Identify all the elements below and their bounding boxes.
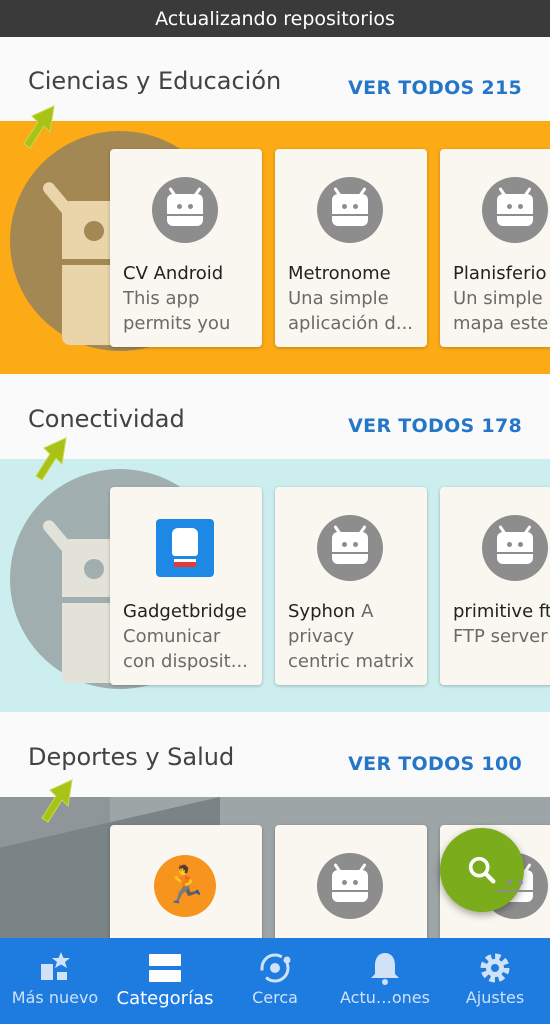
pointer-arrow-icon [35,437,67,481]
app-card[interactable] [275,825,427,938]
app-description: FTP server [453,626,548,647]
app-description: Comunicar con disposit... [123,626,248,672]
see-all-link[interactable]: VER TODOS 178 [348,415,522,437]
app-name: Metronome [288,263,391,284]
app-description: This app permits you to ... [123,288,231,334]
category-section-conectividad: Conectividad VER TODOS 178 Gadgetbridge … [0,375,550,713]
nav-settings[interactable]: Ajustes [440,938,550,1024]
app-name-description: primitive ftpd FTP server [453,599,550,677]
nav-updates[interactable]: Actu…ones [330,938,440,1024]
status-bar: Actualizando repositorios [0,0,550,37]
pointer-arrow-icon [41,779,73,823]
see-all-link[interactable]: VER TODOS 215 [348,77,522,99]
android-robot-icon [482,515,548,581]
categories-icon [149,954,181,982]
app-name: Syphon [288,601,356,622]
app-name-description: Gadgetbridge Comunicar con disposit... [123,599,253,677]
section-title: Conectividad [28,405,185,433]
app-card[interactable]: Metronome Una simple aplicación d... [275,149,427,347]
app-name: primitive ftpd [453,601,550,622]
app-card[interactable]: 🏃 [110,825,262,938]
category-section-ciencias: Ciencias y Educación VER TODOS 215 CV An… [0,37,550,375]
app-card[interactable]: CV Android This app permits you to ... [110,149,262,347]
app-name: CV Android [123,263,224,284]
nav-label: Cerca [252,988,298,1007]
bell-icon [371,953,399,985]
nav-label: Actu…ones [340,988,430,1007]
nav-nearby[interactable]: Cerca [220,938,330,1024]
pointer-arrow-icon [23,105,55,149]
section-title: Deportes y Salud [28,743,235,771]
section-header: Ciencias y Educación VER TODOS 215 [0,37,550,121]
runner-icon: 🏃 [152,853,218,919]
android-robot-icon [152,177,218,243]
nav-label: Categorías [116,988,214,1009]
nav-label: Ajustes [465,988,525,1007]
app-card[interactable]: Syphon A privacy centric matrix client [275,487,427,685]
category-banner: CV Android This app permits you to ... M… [0,121,550,374]
gadgetbridge-icon [152,515,218,581]
nearby-icon [260,953,291,983]
nav-categories[interactable]: Categorías [110,938,220,1024]
section-header: Deportes y Salud VER TODOS 100 [0,713,550,797]
app-card[interactable]: primitive ftpd FTP server [440,487,550,685]
android-robot-icon [317,177,383,243]
android-robot-icon [482,177,548,243]
nav-whats-new[interactable]: Más nuevo [0,938,110,1024]
whats-new-icon [41,952,70,980]
app-card[interactable]: Planisferio Un simple mapa este [440,149,550,347]
search-fab[interactable] [440,828,524,912]
settings-gear-icon [480,953,510,983]
android-robot-icon [317,853,383,919]
app-description: Un simple mapa este [453,288,549,334]
category-banner: Gadgetbridge Comunicar con disposit... S… [0,459,550,712]
see-all-link[interactable]: VER TODOS 100 [348,753,522,775]
bottom-navigation: Más nuevo Categorías Cerca Actu…ones Aju… [0,938,550,1024]
app-name: Gadgetbridge [123,601,247,622]
status-text: Actualizando repositorios [155,7,395,30]
app-card[interactable]: Gadgetbridge Comunicar con disposit... [110,487,262,685]
app-name-description: Syphon A privacy centric matrix client [288,599,418,677]
android-robot-icon [317,515,383,581]
section-header: Conectividad VER TODOS 178 [0,375,550,459]
app-description: Una simple aplicación d... [288,288,414,334]
app-name: Planisferio [453,263,547,284]
section-title: Ciencias y Educación [28,67,282,95]
search-icon [468,856,496,884]
nav-label: Más nuevo [11,988,99,1007]
